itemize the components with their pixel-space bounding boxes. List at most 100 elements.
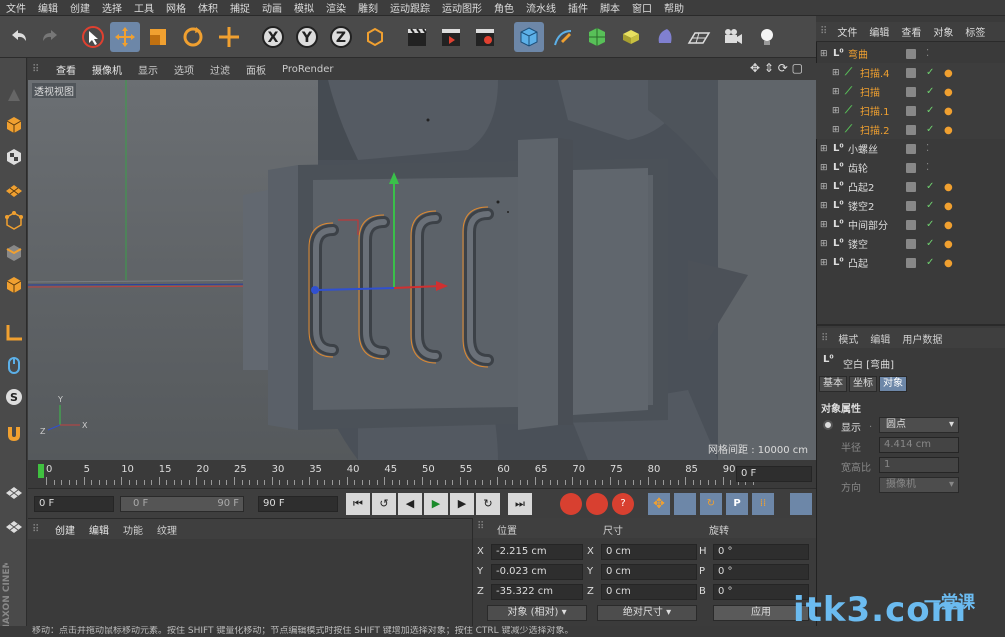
- render-settings-button[interactable]: [470, 22, 500, 52]
- redo-button[interactable]: [36, 22, 66, 52]
- phong-tag-icon[interactable]: ●: [944, 258, 954, 269]
- viewport-perspective[interactable]: Y X Z 透视视图 网格间距 : 10000 cm: [28, 80, 816, 460]
- expand-icon[interactable]: ⊞: [820, 201, 830, 211]
- menu-item[interactable]: 捕捉: [224, 0, 256, 15]
- orient-dropdown[interactable]: 摄像机 ▾: [879, 477, 959, 493]
- menu-item[interactable]: 流水线: [520, 0, 562, 15]
- x-axis-button[interactable]: X: [258, 22, 288, 52]
- record-key-icon[interactable]: [560, 493, 582, 515]
- object-row[interactable]: ⊞ L⁰ 中间部分 ✓ ●: [816, 215, 1005, 234]
- expand-icon[interactable]: ⊞: [820, 163, 830, 173]
- visibility-toggle[interactable]: [906, 219, 916, 230]
- move-tool-button[interactable]: [110, 22, 140, 52]
- timeline-view-icon[interactable]: [790, 493, 812, 515]
- current-frame-field[interactable]: 0 F: [736, 466, 812, 482]
- end-frame-field[interactable]: 90 F: [258, 496, 338, 512]
- menu-item[interactable]: 模拟: [288, 0, 320, 15]
- expand-icon[interactable]: ⊞: [820, 144, 830, 154]
- menu-item[interactable]: 动画: [256, 0, 288, 15]
- menu-item[interactable]: 插件: [562, 0, 594, 15]
- undo-button[interactable]: [3, 22, 33, 52]
- object-menu-edit[interactable]: 编辑: [863, 24, 895, 39]
- key-pla-icon[interactable]: ⁞⁞: [752, 493, 774, 515]
- viewport-menu-display[interactable]: 显示: [130, 62, 166, 77]
- points-mode-button[interactable]: [1, 208, 26, 234]
- object-row[interactable]: ⊞ ⟋ 扫描 ✓ ●: [816, 82, 1005, 101]
- visibility-toggle[interactable]: [906, 67, 916, 78]
- key-parameter-icon[interactable]: P: [726, 493, 748, 515]
- layer-dots-icon[interactable]: ⁚: [926, 143, 929, 154]
- coord-pos-field[interactable]: -35.322 cm: [491, 584, 583, 600]
- material-menu-create[interactable]: 创建: [48, 522, 82, 537]
- edges-mode-button[interactable]: [1, 240, 26, 266]
- aspect-field[interactable]: 1: [879, 457, 959, 473]
- extrude-button[interactable]: [616, 22, 646, 52]
- expand-icon[interactable]: ⊞: [820, 49, 830, 59]
- visibility-toggle[interactable]: [906, 143, 916, 154]
- viewport-menu-camera[interactable]: 摄像机: [84, 62, 130, 77]
- enabled-check-icon[interactable]: ✓: [926, 124, 934, 135]
- radius-field[interactable]: 4.414 cm: [879, 437, 959, 453]
- enabled-check-icon[interactable]: ✓: [926, 181, 934, 192]
- coord-size-field[interactable]: 0 cm: [601, 544, 697, 560]
- expand-icon[interactable]: ⊞: [820, 239, 830, 249]
- expand-icon[interactable]: ⊞: [832, 106, 842, 116]
- menu-item[interactable]: 运动跟踪: [384, 0, 436, 15]
- enabled-check-icon[interactable]: ✓: [926, 67, 934, 78]
- timeline[interactable]: 0 5 10 15 20 25 30 35 40 45 50 55 60 65 70 75 80 85 90 0 F: [28, 460, 816, 488]
- play-icon[interactable]: ▶: [424, 493, 448, 515]
- visibility-toggle[interactable]: [906, 162, 916, 173]
- menu-item[interactable]: 角色: [488, 0, 520, 15]
- object-row[interactable]: ⊞ L⁰ 镂空 ✓ ●: [816, 234, 1005, 253]
- camera-button[interactable]: [718, 22, 748, 52]
- deformer-button[interactable]: [650, 22, 680, 52]
- object-row[interactable]: ⊞ ⟋ 扫描.2 ✓ ●: [816, 120, 1005, 139]
- attr-menu-mode[interactable]: 模式: [832, 331, 864, 346]
- viewport-menu-options[interactable]: 选项: [166, 62, 202, 77]
- lock-workplane-button[interactable]: [1, 478, 26, 504]
- menu-item[interactable]: 编辑: [32, 0, 64, 15]
- menu-item[interactable]: 窗口: [626, 0, 658, 15]
- visibility-toggle[interactable]: [906, 200, 916, 211]
- go-to-start-icon[interactable]: ⏮: [346, 493, 370, 515]
- object-menu-file[interactable]: 文件: [831, 24, 863, 39]
- menu-item[interactable]: 文件: [0, 0, 32, 15]
- expand-icon[interactable]: ⊞: [832, 125, 842, 135]
- menu-item[interactable]: 帮助: [658, 0, 690, 15]
- attr-menu-userdata[interactable]: 用户数据: [896, 331, 948, 346]
- enabled-check-icon[interactable]: ✓: [926, 200, 934, 211]
- menu-item[interactable]: 创建: [64, 0, 96, 15]
- prev-key-icon[interactable]: ↺: [372, 493, 396, 515]
- phong-tag-icon[interactable]: ●: [944, 201, 954, 212]
- tweak-mode-button[interactable]: [1, 352, 26, 378]
- menu-item[interactable]: 网格: [160, 0, 192, 15]
- live-select-button[interactable]: [214, 22, 244, 52]
- key-position-icon[interactable]: ✥: [648, 493, 670, 515]
- coord-rot-field[interactable]: 0 °: [713, 544, 809, 560]
- workplane-button[interactable]: [1, 176, 26, 202]
- pen-spline-button[interactable]: [548, 22, 578, 52]
- cube-object-button[interactable]: [514, 22, 544, 52]
- visibility-toggle[interactable]: [906, 124, 916, 135]
- go-to-end-icon[interactable]: ⏭: [508, 493, 532, 515]
- tab-object[interactable]: 对象: [879, 376, 907, 392]
- model-mode-button[interactable]: [1, 112, 26, 138]
- start-frame-field[interactable]: 0 F: [34, 496, 114, 512]
- floor-button[interactable]: [684, 22, 714, 52]
- object-row[interactable]: ⊞ L⁰ 小螺丝 ⁚: [816, 139, 1005, 158]
- scale-tool-button[interactable]: [143, 22, 173, 52]
- phong-tag-icon[interactable]: ●: [944, 87, 954, 98]
- expand-icon[interactable]: ⊞: [820, 182, 830, 192]
- viewport-nav-icons[interactable]: ✥ ⇕ ⟳ ▢: [750, 61, 803, 75]
- phong-tag-icon[interactable]: ●: [944, 125, 954, 136]
- auto-key-icon[interactable]: [586, 493, 608, 515]
- visibility-toggle[interactable]: [906, 181, 916, 192]
- phong-tag-icon[interactable]: ●: [944, 239, 954, 250]
- planar-workplane-button[interactable]: [1, 512, 26, 538]
- coord-pos-field[interactable]: -0.023 cm: [491, 564, 583, 580]
- visibility-toggle[interactable]: [906, 105, 916, 116]
- object-row[interactable]: ⊞ ⟋ 扫描.4 ✓ ●: [816, 63, 1005, 82]
- menu-item[interactable]: 雕刻: [352, 0, 384, 15]
- key-rotation-icon[interactable]: ↻: [700, 493, 722, 515]
- enabled-check-icon[interactable]: ✓: [926, 238, 934, 249]
